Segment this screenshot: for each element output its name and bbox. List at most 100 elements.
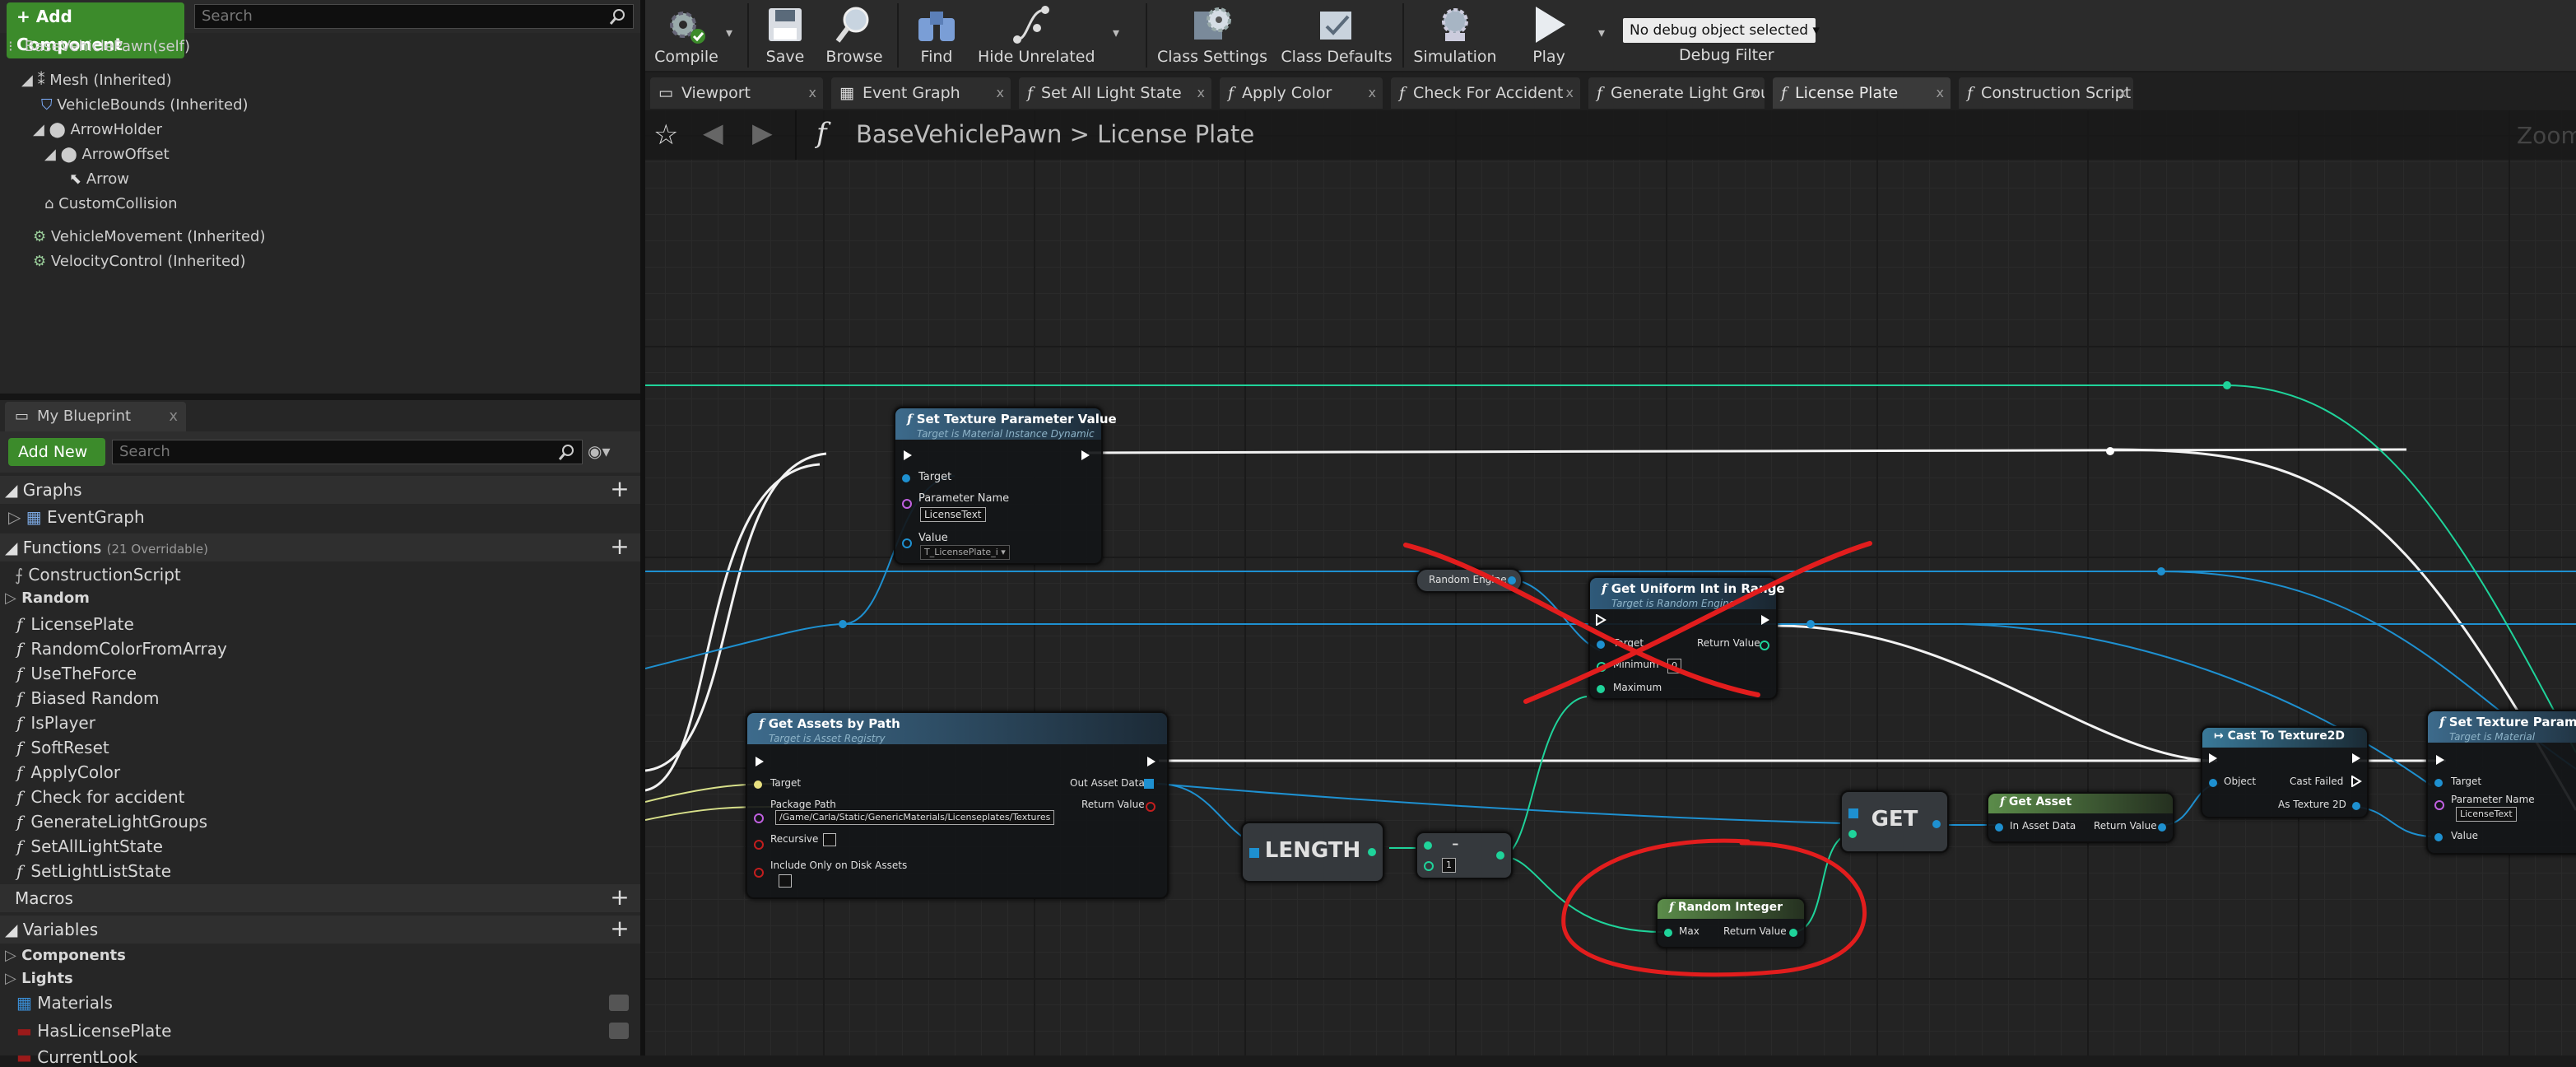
- close-icon[interactable]: x: [997, 77, 1004, 109]
- parameter-name-field[interactable]: LicenseText: [2456, 807, 2517, 822]
- as-texture-pin[interactable]: [2352, 802, 2360, 810]
- eye-icon[interactable]: ◉▾: [588, 441, 611, 461]
- node-cast-to-texture2d[interactable]: ↦ Cast To Texture2D Object Cast Failed A…: [2201, 726, 2369, 818]
- reroute-knot[interactable]: [839, 620, 847, 628]
- return-value-pin[interactable]: [1760, 641, 1769, 650]
- maximum-pin[interactable]: [1597, 685, 1605, 693]
- variable-currentlook[interactable]: ▬ CurrentLook: [16, 1047, 137, 1067]
- minimum-pin[interactable]: [1597, 662, 1607, 672]
- function-item[interactable]: f IsPlayer: [16, 713, 95, 733]
- component-search-input[interactable]: Search: [194, 4, 634, 29]
- debug-object-select[interactable]: No debug object selected ▾: [1623, 18, 1820, 43]
- reroute-knot[interactable]: [2223, 381, 2231, 389]
- reroute-knot[interactable]: [1806, 620, 1815, 628]
- function-item[interactable]: f SetAllLightState: [16, 836, 163, 856]
- tree-item-vehiclebounds[interactable]: ⛉ VehicleBounds (Inherited): [41, 96, 249, 114]
- cast-failed-pin[interactable]: [2350, 776, 2362, 787]
- node-get-uniform-int-in-range[interactable]: f Get Uniform Int in Range Target is Ran…: [1588, 576, 1785, 700]
- return-value-pin[interactable]: [2158, 823, 2166, 832]
- reroute-knot[interactable]: [2157, 567, 2165, 575]
- function-item[interactable]: f Check for accident: [16, 787, 184, 807]
- var-category-lights[interactable]: ▷ Lights: [5, 970, 73, 987]
- close-icon[interactable]: x: [1369, 77, 1376, 109]
- result-pin[interactable]: [1496, 851, 1504, 860]
- tree-item-vehiclemovement[interactable]: ⚙ VehicleMovement (Inherited): [33, 228, 266, 245]
- function-item[interactable]: f GenerateLightGroups: [16, 812, 207, 832]
- tab-set-all-light-state[interactable]: f Set All Light State x: [1019, 77, 1211, 109]
- object-pin[interactable]: [2209, 779, 2217, 787]
- exec-in-pin[interactable]: [2207, 752, 2219, 764]
- node-array-get[interactable]: GET: [1840, 790, 1949, 853]
- node-set-texture-parameter-2[interactable]: f Set Texture Parameter V Target is Mate…: [2426, 710, 2576, 855]
- value-pin[interactable]: [902, 538, 912, 548]
- node-length[interactable]: LENGTH: [1241, 822, 1384, 883]
- compile-button[interactable]: Compile: [650, 0, 723, 71]
- exec-out-pin[interactable]: [1080, 450, 1091, 461]
- tab-apply-color[interactable]: f Apply Color x: [1220, 77, 1383, 109]
- find-button[interactable]: Find: [904, 0, 969, 71]
- graphs-section[interactable]: ◢ Graphs +: [0, 476, 640, 504]
- macros-section[interactable]: Macros +: [0, 884, 640, 912]
- close-icon[interactable]: x: [1937, 77, 1944, 109]
- index-pin[interactable]: [1848, 830, 1857, 838]
- tab-event-graph[interactable]: ▦ Event Graph x: [831, 77, 1011, 109]
- array-in-pin[interactable]: [1249, 848, 1259, 858]
- tab-viewport[interactable]: ▭ Viewport x: [650, 77, 823, 109]
- class-settings-button[interactable]: Class Settings: [1154, 0, 1271, 71]
- package-path-pin[interactable]: [754, 813, 764, 823]
- blueprint-search-input[interactable]: Search: [112, 440, 583, 464]
- exec-out-pin[interactable]: [2350, 752, 2362, 764]
- add-new-button[interactable]: Add New ▾: [8, 438, 105, 489]
- exec-in-pin[interactable]: [1595, 614, 1607, 626]
- tab-license-plate[interactable]: f License Plate x: [1773, 77, 1951, 109]
- parameter-name-pin[interactable]: [902, 499, 912, 509]
- disk-only-pin[interactable]: [754, 868, 764, 878]
- exec-out-pin[interactable]: [1760, 614, 1771, 626]
- tree-item-arrow[interactable]: ⬉ Arrow: [69, 170, 129, 188]
- value-pin[interactable]: [2434, 833, 2443, 841]
- exec-in-pin[interactable]: [754, 756, 765, 767]
- function-item[interactable]: f UseTheForce: [16, 664, 137, 683]
- target-pin[interactable]: [1597, 641, 1605, 649]
- in-asset-data-pin[interactable]: [1995, 823, 2003, 832]
- graph-item-eventgraph[interactable]: ▷ ▦ EventGraph: [8, 507, 145, 527]
- max-pin[interactable]: [1664, 929, 1672, 937]
- exec-in-pin[interactable]: [902, 450, 914, 461]
- length-out-pin[interactable]: [1368, 848, 1376, 856]
- tree-item-arrowoffset[interactable]: ◢ ⬤ ArrowOffset: [44, 146, 170, 163]
- exec-out-pin[interactable]: [1146, 756, 1157, 767]
- recursive-checkbox[interactable]: [823, 833, 836, 846]
- add-function-button[interactable]: +: [609, 535, 630, 558]
- recursive-pin[interactable]: [754, 840, 764, 850]
- node-set-texture-parameter[interactable]: f Set Texture Parameter Value Target is …: [894, 407, 1117, 565]
- panel-splitter[interactable]: [0, 394, 640, 400]
- function-item[interactable]: f ApplyColor: [16, 762, 120, 782]
- close-icon[interactable]: x: [1751, 77, 1758, 109]
- add-macro-button[interactable]: +: [609, 886, 630, 909]
- return-value-pin[interactable]: [1789, 929, 1797, 937]
- function-item[interactable]: f SetLightListState: [16, 861, 171, 881]
- reroute-knot[interactable]: [2106, 447, 2114, 455]
- function-item[interactable]: f LicensePlate: [16, 614, 134, 634]
- exec-in-pin[interactable]: [2434, 754, 2446, 766]
- tab-check-for-accident[interactable]: f Check For Accident x: [1391, 77, 1580, 109]
- out-asset-data-pin[interactable]: [1144, 779, 1154, 789]
- function-item[interactable]: f RandomColorFromArray: [16, 639, 227, 659]
- return-value-pin[interactable]: [1146, 802, 1155, 812]
- node-get-assets-by-path[interactable]: f Get Assets by Path Target is Asset Reg…: [746, 711, 1169, 899]
- close-icon[interactable]: x: [1197, 77, 1205, 109]
- function-item-constructionscript[interactable]: ⨍ ConstructionScript: [15, 565, 181, 585]
- add-variable-button[interactable]: +: [609, 917, 630, 940]
- package-path-field[interactable]: /Game/Carla/Static/GenericMaterials/Lice…: [775, 810, 1055, 825]
- variable-haslicenseplate[interactable]: ▬ HasLicensePlate: [16, 1021, 171, 1041]
- minimum-field[interactable]: 0: [1667, 659, 1681, 673]
- add-graph-button[interactable]: +: [609, 478, 630, 501]
- value-asset-field[interactable]: T_LicensePlate_i ▾: [920, 545, 1010, 560]
- class-defaults-button[interactable]: Class Defaults: [1277, 0, 1396, 71]
- save-button[interactable]: Save: [752, 0, 818, 71]
- target-pin[interactable]: [2434, 779, 2443, 787]
- output-pin[interactable]: [1508, 576, 1516, 585]
- visibility-toggle[interactable]: [609, 995, 629, 1011]
- disk-only-checkbox[interactable]: [779, 874, 792, 888]
- tree-item-arrowholder[interactable]: ◢ ⬤ ArrowHolder: [33, 121, 162, 138]
